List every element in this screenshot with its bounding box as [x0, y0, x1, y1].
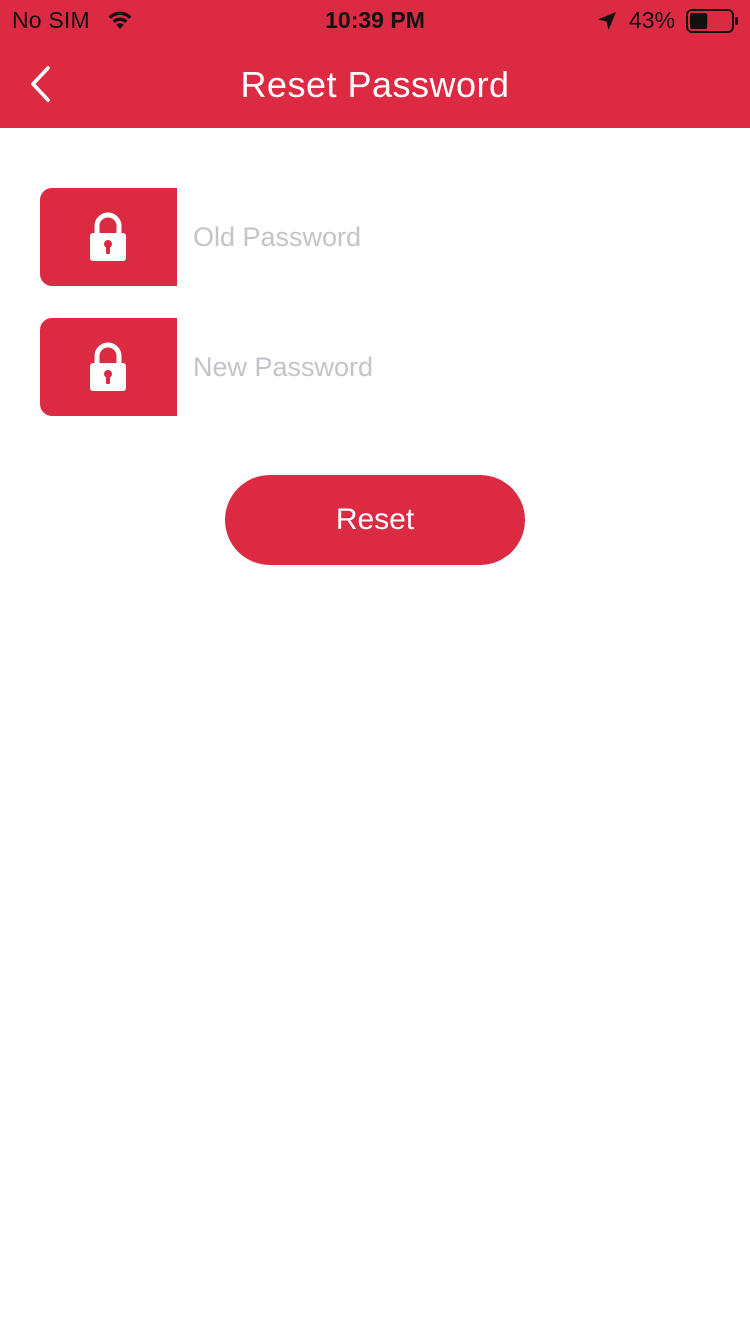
new-password-input[interactable] — [185, 318, 715, 416]
header-bar: No SIM 10:39 PM 43% Reset Password — [0, 0, 750, 128]
old-password-input[interactable] — [185, 188, 715, 286]
page-title: Reset Password — [240, 64, 510, 105]
new-password-lock-box — [40, 318, 177, 416]
old-password-field — [40, 188, 720, 286]
status-bar: No SIM 10:39 PM 43% — [0, 0, 750, 40]
battery-icon — [686, 9, 740, 33]
location-arrow-icon — [596, 10, 618, 32]
new-password-field — [40, 318, 720, 416]
lock-icon — [90, 342, 126, 391]
battery-percentage: 43% — [629, 7, 676, 33]
nav-bar: Reset Password — [0, 40, 750, 128]
old-password-lock-box — [40, 188, 177, 286]
reset-button[interactable]: Reset — [225, 475, 525, 565]
lock-icon — [90, 212, 126, 261]
